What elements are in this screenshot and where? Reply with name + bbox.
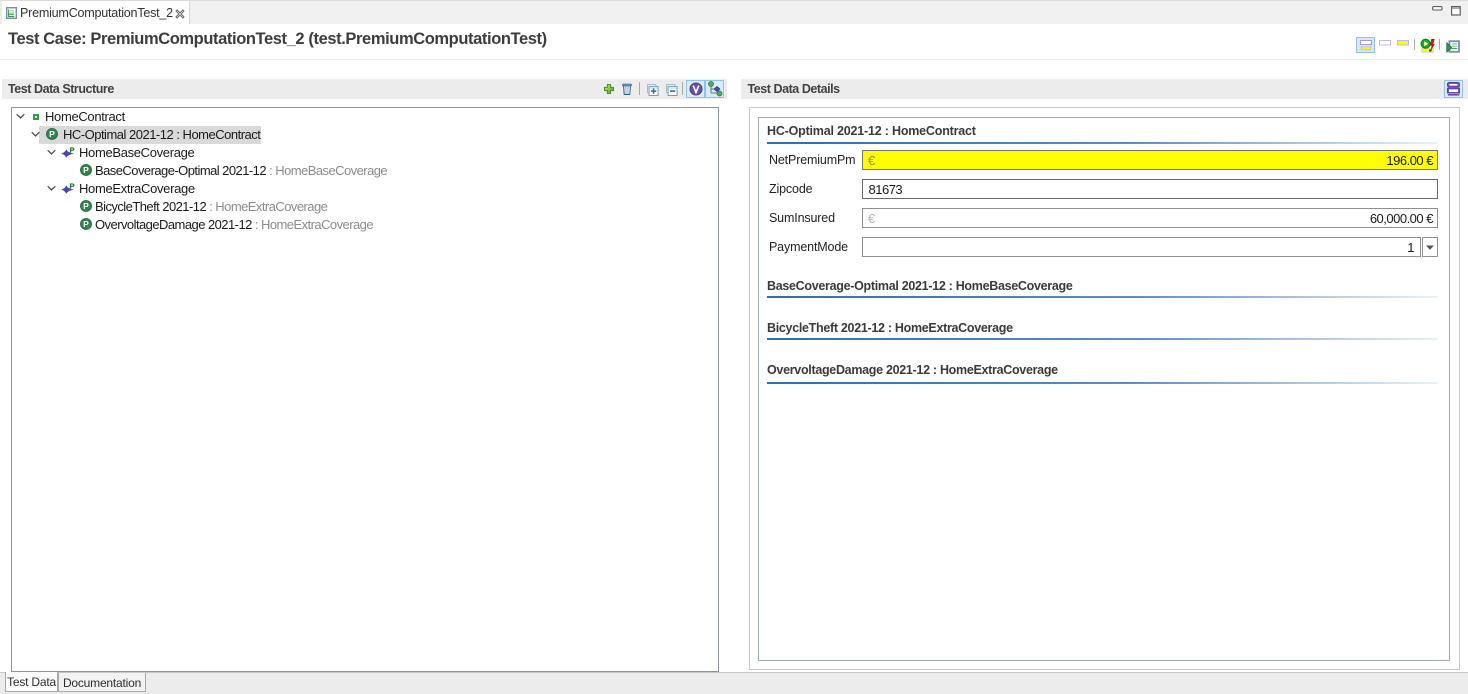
svg-text:P: P [83, 165, 89, 175]
svg-text:P: P [83, 201, 89, 211]
svg-text:P: P [83, 219, 89, 229]
svg-text:P: P [69, 182, 74, 191]
svg-text:P: P [69, 146, 74, 155]
svg-text:P: P [49, 129, 55, 139]
